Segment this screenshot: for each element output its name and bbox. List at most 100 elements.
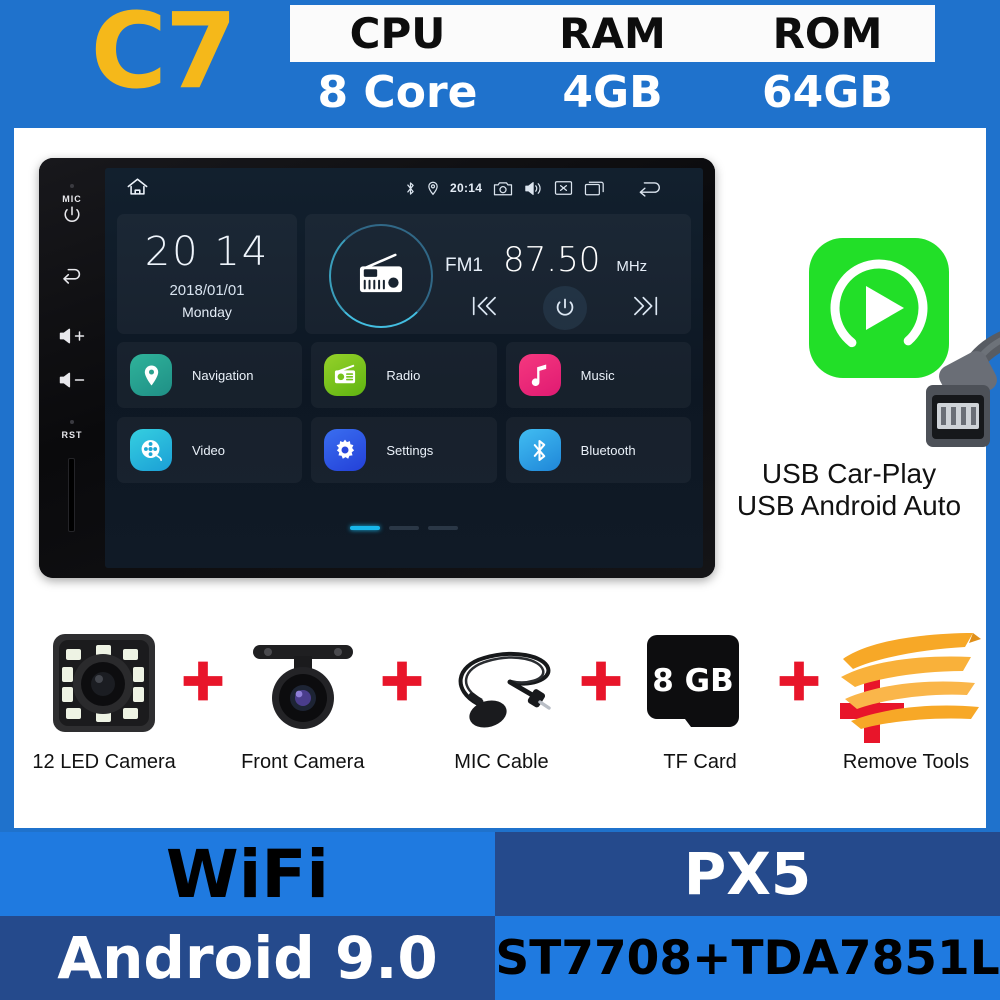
- radio-frequency-row: FM1 87.50 MHz: [445, 240, 685, 280]
- radio-frequency-value: 87.50: [503, 240, 601, 280]
- plus-separator-2: [375, 658, 428, 704]
- app-tile-settings[interactable]: Settings: [311, 417, 497, 483]
- previous-icon[interactable]: [468, 293, 498, 324]
- spec-value-cpu: 8 Core: [317, 67, 478, 118]
- app-label-radio: Radio: [386, 367, 421, 383]
- recents-icon[interactable]: [584, 180, 605, 197]
- accessory-tf-card: 8 GB TF Card: [627, 623, 772, 774]
- pry-tools-icon: [831, 623, 982, 743]
- app-tile-radio[interactable]: Radio: [311, 342, 497, 408]
- clock-widget[interactable]: 20 14 2018/01/01 Monday: [117, 214, 297, 334]
- spec-value-ram: 4GB: [562, 67, 663, 118]
- product-model-badge: C7: [90, 0, 238, 112]
- carplay-feature-block: USB Car-Play USB Android Auto: [714, 238, 1000, 538]
- radio-icon: [324, 354, 367, 396]
- radio-frequency-unit: MHz: [616, 258, 648, 275]
- next-icon[interactable]: [632, 293, 662, 324]
- front-camera-icon: [244, 623, 362, 743]
- spec-values-row: 8 Core 4GB 64GB: [290, 64, 935, 122]
- app-label-settings: Settings: [386, 442, 434, 458]
- accessory-label-mic-cable: MIC Cable: [454, 750, 549, 773]
- app-tile-video[interactable]: Video: [117, 417, 303, 483]
- header-spec-bar: C7 CPU RAM ROM 8 Core 4GB 64GB: [0, 0, 1000, 128]
- accessories-row: 12 LED Camera Front Camera MIC Cable 8 G…: [14, 598, 986, 798]
- head-unit-touchscreen[interactable]: 20:14 20 14 2018/01/01 Monday FM1 87.50 …: [105, 168, 703, 568]
- footer-platform: PX5: [495, 832, 1000, 916]
- head-unit-bezel: MIC RST: [39, 158, 105, 578]
- app-label-video: Video: [192, 442, 226, 458]
- camera-icon[interactable]: [493, 180, 513, 197]
- advertisement-banner: C7 CPU RAM ROM 8 Core 4GB 64GB MIC RST 2…: [0, 0, 1000, 1000]
- plus-separator-1: [177, 658, 230, 704]
- bluetooth-icon: [518, 429, 561, 471]
- bezel-power-button[interactable]: [39, 204, 105, 231]
- app-tile-bluetooth[interactable]: Bluetooth: [505, 417, 691, 483]
- spec-labels-row: CPU RAM ROM: [290, 5, 935, 62]
- radio-transport-controls: [445, 286, 685, 330]
- page-dot-2[interactable]: [389, 526, 419, 530]
- mic-hole-icon: [70, 184, 74, 188]
- app-grid: Navigation Radio Music Video Settings Bl…: [117, 342, 691, 492]
- gear-icon: [324, 429, 367, 471]
- bezel-volume-up-button[interactable]: [39, 326, 105, 351]
- accessory-label-led-camera: 12 LED Camera: [32, 750, 176, 773]
- accessory-remove-tools: Remove Tools: [826, 623, 986, 774]
- back-icon[interactable]: [636, 179, 663, 198]
- page-indicator: [105, 526, 703, 530]
- music-note-icon: [518, 354, 561, 396]
- bezel-back-button[interactable]: [39, 266, 105, 293]
- footer-feature-grid: WiFi PX5 Android 9.0 ST7708+TDA7851L: [0, 832, 1000, 1000]
- location-pin-icon: [130, 354, 172, 396]
- status-bar-icons: 20:14: [105, 168, 703, 208]
- spec-label-ram: RAM: [559, 9, 666, 58]
- app-label-navigation: Navigation: [192, 367, 254, 383]
- car-stereo-head-unit: MIC RST 20:14 20 14 2018/01/01 Monday FM…: [39, 158, 715, 578]
- mute-icon[interactable]: [554, 180, 573, 196]
- app-label-bluetooth: Bluetooth: [580, 442, 636, 458]
- status-bar: 20:14: [105, 168, 703, 208]
- accessory-front-camera: Front Camera: [230, 623, 375, 774]
- reset-pinhole-icon: [70, 420, 74, 424]
- page-dot-1[interactable]: [350, 526, 380, 530]
- volume-icon[interactable]: [524, 180, 543, 197]
- bezel-label-reset[interactable]: RST: [39, 430, 105, 440]
- app-grid-row: Navigation Radio Music: [117, 342, 691, 408]
- clock-time: 20 14: [144, 228, 270, 275]
- accessory-label-front-camera: Front Camera: [241, 750, 365, 773]
- spec-label-rom: ROM: [772, 9, 883, 58]
- app-tile-music[interactable]: Music: [505, 342, 691, 408]
- bezel-label-mic: MIC: [62, 194, 82, 204]
- footer-wifi: WiFi: [0, 832, 495, 916]
- power-icon[interactable]: [542, 286, 587, 330]
- plus-separator-4: [773, 658, 826, 704]
- accessory-label-tf-card: TF Card: [663, 750, 737, 773]
- tf-card-icon: 8 GB: [639, 623, 761, 743]
- tf-card-capacity-text: 8 GB: [652, 663, 733, 699]
- footer-android-version: Android 9.0: [0, 916, 495, 1000]
- plus-separator-3: [574, 658, 627, 704]
- bluetooth-icon: [405, 181, 416, 196]
- bezel-volume-down-button[interactable]: [39, 370, 105, 395]
- clock-weekday: Monday: [182, 303, 232, 320]
- led-camera-icon: [48, 623, 160, 743]
- usb-cable-icon: [864, 323, 1000, 453]
- accessory-label-remove-tools: Remove Tools: [842, 750, 970, 773]
- radio-widget[interactable]: FM1 87.50 MHz: [305, 214, 691, 334]
- spec-value-rom: 64GB: [762, 67, 893, 118]
- page-dot-3[interactable]: [428, 526, 458, 530]
- status-bar-clock: 20:14: [450, 181, 483, 195]
- carplay-label-line2: USB Android Auto: [736, 490, 962, 521]
- clock-date: 2018/01/01: [169, 281, 245, 299]
- accessory-led-camera: 12 LED Camera: [31, 623, 176, 774]
- footer-chipset: ST7708+TDA7851L: [495, 916, 1000, 1000]
- product-showcase-panel: MIC RST 20:14 20 14 2018/01/01 Monday FM…: [14, 128, 1000, 828]
- radio-icon: [353, 252, 409, 301]
- film-reel-icon: [130, 429, 172, 471]
- location-icon: [427, 181, 439, 196]
- spec-label-cpu: CPU: [349, 9, 446, 58]
- app-tile-navigation[interactable]: Navigation: [117, 342, 303, 408]
- microphone-cable-icon: [436, 623, 566, 743]
- radio-band-label: FM1: [445, 255, 483, 276]
- sd-card-slot[interactable]: [68, 458, 75, 532]
- carplay-label-line1: USB Car-Play: [761, 458, 937, 489]
